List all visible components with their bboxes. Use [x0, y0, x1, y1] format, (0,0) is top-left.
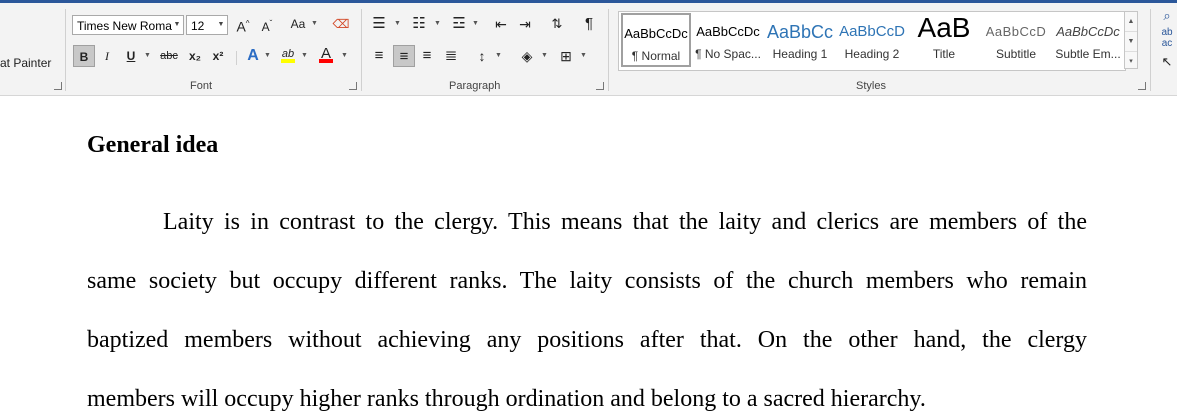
font-size-combo[interactable]: 12 ▼: [186, 15, 228, 35]
chevron-down-icon[interactable]: ▼: [301, 45, 308, 67]
chevron-down-icon[interactable]: ▼: [394, 13, 401, 35]
justify-icon[interactable]: ≣: [442, 45, 460, 67]
align-center-icon[interactable]: ≡: [393, 45, 415, 67]
underline-button[interactable]: U: [122, 45, 140, 67]
bullets-icon[interactable]: ☰: [370, 13, 388, 35]
font-group-label: Font: [190, 80, 213, 92]
document-heading: General idea: [87, 132, 219, 158]
chevron-down-icon[interactable]: ▼: [541, 45, 548, 67]
decrease-indent-icon[interactable]: ⇤: [492, 13, 510, 35]
group-separator: [361, 9, 362, 91]
select-icon[interactable]: ↖: [1158, 51, 1176, 73]
font-dialog-launcher-icon[interactable]: [349, 82, 358, 91]
group-separator: [608, 9, 609, 91]
chevron-down-icon[interactable]: ▼: [1125, 32, 1137, 52]
chevron-down-icon[interactable]: ▼: [311, 13, 318, 35]
group-separator: [65, 9, 66, 91]
clear-formatting-icon[interactable]: ⌫: [332, 13, 350, 35]
bold-button[interactable]: B: [73, 45, 95, 67]
numbering-icon[interactable]: ☷: [410, 13, 428, 35]
grow-font-button[interactable]: A^: [234, 13, 252, 35]
style-subtle-emphasis[interactable]: AaBbCcDc Subtle Em...: [1053, 13, 1123, 67]
chevron-down-icon[interactable]: ▼: [264, 45, 271, 67]
chevron-down-icon[interactable]: ▼: [144, 45, 151, 67]
text-effects-button[interactable]: A: [244, 45, 262, 67]
styles-gallery: AaBbCcDc ¶ Normal AaBbCcDc ¶ No Spac... …: [618, 11, 1126, 71]
styles-dialog-launcher-icon[interactable]: [1138, 82, 1147, 91]
shrink-font-button[interactable]: Aˇ: [258, 13, 276, 35]
chevron-down-icon[interactable]: ▼: [341, 45, 348, 67]
paragraph-line: same society but occupy different ranks.…: [87, 268, 1087, 294]
chevron-down-icon[interactable]: ▼: [472, 13, 479, 35]
chevron-down-icon[interactable]: ▼: [580, 45, 587, 67]
font-color-button[interactable]: A: [317, 43, 335, 65]
document-page[interactable]: General idea Laity is in contrast to the…: [0, 96, 1177, 417]
superscript-button[interactable]: x²: [209, 45, 227, 67]
group-separator: [1150, 9, 1151, 91]
group-separator: [236, 51, 237, 65]
font-color-swatch: [319, 59, 333, 63]
highlight-color-button[interactable]: ab: [279, 43, 297, 65]
paragraph-line: baptized members without achieving any p…: [87, 327, 1087, 353]
paragraph-group-label: Paragraph: [449, 80, 501, 92]
chevron-down-icon[interactable]: ▼: [495, 45, 502, 67]
line-spacing-icon[interactable]: ↕: [473, 45, 491, 67]
more-styles-icon[interactable]: ▾: [1125, 52, 1137, 71]
align-right-icon[interactable]: ≡: [418, 45, 436, 67]
clipboard-dialog-launcher-icon[interactable]: [54, 82, 63, 91]
sort-icon[interactable]: ⇅: [548, 13, 566, 35]
multilevel-list-icon[interactable]: ☲: [450, 13, 468, 35]
style-subtitle[interactable]: AaBbCcD Subtitle: [981, 13, 1051, 67]
highlight-swatch: [281, 59, 295, 63]
chevron-down-icon[interactable]: ▼: [434, 13, 441, 35]
align-left-icon[interactable]: ≡: [370, 45, 388, 67]
style-heading-1[interactable]: AaBbCc Heading 1: [765, 13, 835, 67]
borders-icon[interactable]: ⊞: [557, 45, 575, 67]
styles-group-label: Styles: [856, 80, 886, 92]
font-name-value: Times New Roma: [77, 19, 172, 33]
ribbon-home: at Painter Times New Roma ▼ 12 ▼ A^ Aˇ A…: [0, 3, 1177, 96]
style-title[interactable]: AaB Title: [909, 13, 979, 67]
font-size-value: 12: [191, 19, 205, 33]
style-heading-2[interactable]: AaBbCcD Heading 2: [837, 13, 907, 67]
chevron-up-icon[interactable]: ▲: [1125, 12, 1137, 32]
format-painter-button[interactable]: at Painter: [0, 56, 51, 70]
font-name-combo[interactable]: Times New Roma ▼: [72, 15, 184, 35]
replace-icon[interactable]: ab ac: [1158, 27, 1176, 49]
paragraph-line: Laity is in contrast to the clergy. This…: [163, 209, 1087, 235]
change-case-button[interactable]: Aa: [285, 13, 311, 35]
shading-icon[interactable]: ◈: [518, 45, 536, 67]
strikethrough-button[interactable]: abc: [160, 45, 178, 67]
chevron-down-icon[interactable]: ▼: [171, 16, 183, 34]
styles-gallery-scroll[interactable]: ▲ ▼ ▾: [1124, 11, 1138, 69]
paragraph-dialog-launcher-icon[interactable]: [596, 82, 605, 91]
subscript-button[interactable]: x₂: [186, 45, 204, 67]
increase-indent-icon[interactable]: ⇥: [516, 13, 534, 35]
chevron-down-icon[interactable]: ▼: [215, 16, 227, 34]
paragraph-line: members will occupy higher ranks through…: [87, 386, 926, 412]
show-formatting-marks-icon[interactable]: ¶: [580, 13, 598, 35]
find-icon[interactable]: ⌕: [1158, 5, 1176, 27]
style-normal[interactable]: AaBbCcDc ¶ Normal: [621, 13, 691, 67]
italic-button[interactable]: I: [98, 45, 116, 67]
style-no-spacing[interactable]: AaBbCcDc ¶ No Spac...: [693, 13, 763, 67]
